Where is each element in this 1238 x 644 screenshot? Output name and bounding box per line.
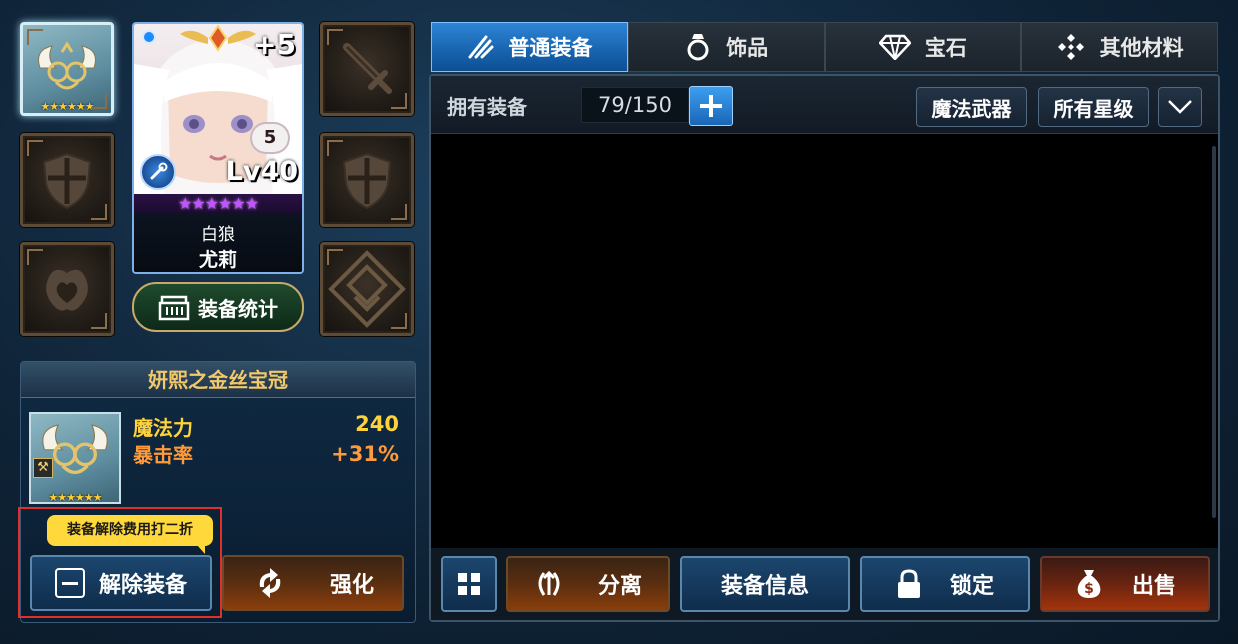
ring-icon bbox=[687, 34, 709, 61]
tab-accessories[interactable]: 饰品 bbox=[627, 22, 825, 72]
equipment-stats-button[interactable]: 装备统计 bbox=[132, 282, 304, 332]
item-class-icon: ⚒ bbox=[33, 458, 53, 478]
slot-gem[interactable] bbox=[320, 242, 414, 336]
tab-label: 其他材料 bbox=[1099, 36, 1184, 60]
filter-type-label: 魔法武器 bbox=[931, 96, 1012, 121]
filter-dropdown-button[interactable] bbox=[1158, 87, 1202, 127]
grid-icon bbox=[458, 573, 480, 595]
winged-crown-icon bbox=[38, 41, 96, 90]
hero-rank-badge: 5 bbox=[252, 124, 288, 152]
hero-enhance-level: +5 bbox=[253, 28, 296, 61]
slot-accessory[interactable] bbox=[20, 242, 114, 336]
stat-label-magic: 魔法力 bbox=[133, 416, 193, 440]
inventory-count: 79/150 bbox=[581, 87, 689, 123]
filter-star-button[interactable]: 所有星级 bbox=[1038, 87, 1149, 127]
inventory-scrollbar[interactable] bbox=[1212, 146, 1216, 518]
hero-class-icon bbox=[140, 154, 176, 190]
sword-icon bbox=[343, 43, 392, 94]
discount-tooltip: 装备解除费用打二折 bbox=[47, 515, 213, 554]
equipment-info-button[interactable]: 装备信息 bbox=[680, 556, 850, 612]
chevron-down-icon bbox=[1168, 100, 1192, 114]
inventory-header: 拥有装备 79/150 魔法武器 所有星级 bbox=[431, 76, 1218, 134]
stat-value-magic: 240 bbox=[355, 412, 399, 436]
sell-button[interactable]: $ 出售 bbox=[1040, 556, 1210, 612]
stat-label-crit: 暴击率 bbox=[133, 443, 193, 467]
equipment-info-label: 装备信息 bbox=[720, 574, 809, 599]
slot-weapon[interactable] bbox=[320, 22, 414, 116]
gem-diamond-icon bbox=[328, 250, 406, 328]
tab-label: 普通装备 bbox=[508, 36, 593, 60]
unequip-button[interactable]: 解除装备 bbox=[30, 555, 212, 611]
svg-text:$: $ bbox=[1084, 581, 1094, 597]
slot-armor-left[interactable] bbox=[20, 133, 114, 227]
tab-label: 饰品 bbox=[726, 36, 769, 60]
lock-label: 锁定 bbox=[949, 574, 994, 599]
item-thumbnail: ⚒ ★★★★★★ bbox=[29, 412, 121, 504]
slot-armor-right[interactable] bbox=[320, 133, 414, 227]
slot-helmet[interactable]: ★★★★★★ bbox=[20, 22, 114, 116]
hero-card[interactable]: +5 5 Lv40 ★★★★★★ 白狼 尤莉 bbox=[132, 22, 304, 274]
hero-title: 白狼 bbox=[201, 225, 235, 245]
separate-label: 分离 bbox=[597, 574, 642, 599]
hero-stars: ★★★★★★ bbox=[134, 194, 302, 214]
slot-helmet-stars: ★★★★★★ bbox=[40, 100, 94, 113]
separate-button[interactable]: 分离 bbox=[506, 556, 670, 612]
materials-icon bbox=[1057, 34, 1084, 60]
ring-icon bbox=[46, 269, 88, 311]
tab-gems[interactable]: 宝石 bbox=[824, 22, 1022, 72]
item-stars: ★★★★★★ bbox=[48, 491, 102, 504]
unequip-label: 解除装备 bbox=[98, 573, 187, 598]
gem-icon bbox=[878, 34, 911, 60]
inventory-footer: 分离 装备信息 锁定 $ 出售 bbox=[431, 548, 1218, 620]
inventory-tabs: 普通装备 饰品 宝石 其他材料 bbox=[431, 22, 1218, 72]
enhance-label: 强化 bbox=[329, 573, 374, 598]
money-bag-icon: $ bbox=[1077, 570, 1101, 598]
tab-label: 宝石 bbox=[924, 36, 967, 60]
enhance-button[interactable]: 强化 bbox=[222, 555, 404, 611]
staff-icon bbox=[150, 162, 168, 180]
shield-icon bbox=[342, 152, 392, 210]
owned-equipment-label: 拥有装备 bbox=[447, 95, 527, 119]
inventory-panel: 拥有装备 79/150 魔法武器 所有星级 分离 装备信息 锁定 $ 出售 bbox=[429, 74, 1220, 622]
plus-icon bbox=[700, 95, 722, 117]
tab-normal-equipment[interactable]: 普通装备 bbox=[431, 22, 628, 72]
equipment-stats-label: 装备统计 bbox=[198, 296, 278, 321]
tab-other-materials[interactable]: 其他材料 bbox=[1021, 22, 1218, 72]
hero-name: 尤莉 bbox=[198, 249, 237, 271]
minus-icon bbox=[54, 568, 85, 598]
filter-type-button[interactable]: 魔法武器 bbox=[916, 87, 1027, 127]
grid-view-button[interactable] bbox=[441, 556, 497, 612]
hero-name-box: 白狼 尤莉 bbox=[134, 214, 302, 272]
lock-button[interactable]: 锁定 bbox=[860, 556, 1030, 612]
hero-level: Lv40 bbox=[225, 156, 298, 187]
enhance-arrows-icon bbox=[259, 568, 281, 598]
hero-element-dot bbox=[142, 30, 156, 44]
filter-star-label: 所有星级 bbox=[1053, 96, 1134, 121]
expand-slots-button[interactable] bbox=[689, 86, 733, 126]
sell-label: 出售 bbox=[1131, 574, 1176, 599]
stat-value-crit: +31% bbox=[331, 442, 399, 466]
chest-icon bbox=[158, 295, 190, 321]
shield-icon bbox=[42, 152, 92, 210]
lock-icon bbox=[897, 569, 920, 598]
item-name: 妍熙之金丝宝冠 bbox=[21, 362, 415, 398]
sword-slash-icon bbox=[468, 35, 494, 59]
wing-crest-icon bbox=[180, 24, 256, 52]
inventory-grid[interactable] bbox=[431, 134, 1218, 548]
separate-icon bbox=[538, 570, 560, 596]
